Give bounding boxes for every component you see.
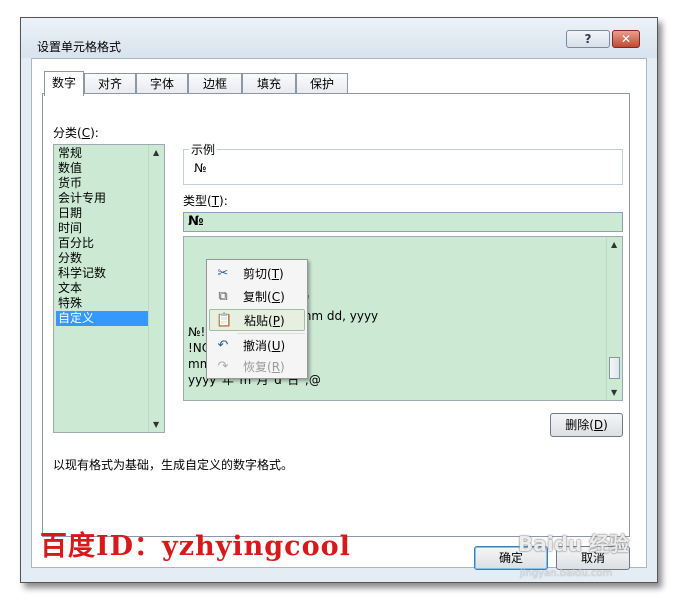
tab-fill[interactable]: 填充	[242, 73, 296, 95]
category-item[interactable]: 分数	[56, 251, 156, 266]
menu-item-redo: ↷ 恢复(R)	[209, 356, 305, 378]
delete-button[interactable]: 删除(D)	[550, 413, 623, 437]
watermark-baidu-jingyan: Baidu 经验	[518, 532, 630, 556]
menu-item-paste[interactable]: 📋 粘贴(P)	[209, 309, 305, 331]
category-item[interactable]: 特殊	[56, 296, 156, 311]
category-item[interactable]: 文本	[56, 281, 156, 296]
category-item[interactable]: 常规	[56, 146, 156, 161]
tab-font[interactable]: 字体	[136, 73, 188, 95]
tab-border[interactable]: 边框	[188, 73, 242, 95]
watermark-url: jingyan.baidu.com	[520, 568, 613, 579]
sample-label: 示例	[189, 141, 218, 158]
tab-alignment[interactable]: 对齐	[84, 73, 136, 95]
category-item[interactable]: 日期	[56, 206, 156, 221]
help-button[interactable]: ?	[566, 30, 610, 48]
category-item[interactable]: 货币	[56, 176, 156, 191]
category-item[interactable]: 数值	[56, 161, 156, 176]
watermark-baidu-id: 百度ID：yzhyingcool	[40, 531, 351, 562]
type-input[interactable]: №	[183, 212, 623, 232]
context-menu: ✂ 剪切(T) ⧉ 复制(C) 📋 粘贴(P) ↶ 撤消(U) ↷ 恢复(R)	[206, 259, 308, 379]
category-label: 分类(C):	[53, 126, 99, 140]
menu-item-cut[interactable]: ✂ 剪切(T)	[209, 263, 305, 285]
category-scrollbar[interactable]: ▲ ▼	[148, 145, 164, 432]
paste-icon: 📋	[216, 313, 233, 328]
format-cells-dialog: 设置单元格格式 ? ✕ 数字 对齐 字体 边框 填充 保护 分类(C): 常规 …	[20, 17, 658, 583]
close-button[interactable]: ✕	[612, 30, 640, 48]
scroll-up-arrow-icon[interactable]: ▲	[153, 148, 159, 157]
tab-protection[interactable]: 保护	[296, 73, 348, 95]
category-item[interactable]: 百分比	[56, 236, 156, 251]
type-label: 类型(T):	[183, 194, 228, 208]
scroll-down-arrow-icon[interactable]: ▼	[611, 388, 617, 397]
scroll-thumb[interactable]	[609, 357, 620, 379]
copy-icon: ⧉	[218, 289, 228, 304]
scroll-down-arrow-icon[interactable]: ▼	[153, 420, 159, 429]
category-item[interactable]: 时间	[56, 221, 156, 236]
scroll-up-arrow-icon[interactable]: ▲	[611, 240, 617, 249]
dialog-title: 设置单元格格式	[37, 40, 122, 54]
category-list[interactable]: 常规 数值 货币 会计专用 日期 时间 百分比 分数 科学记数 文本 特殊 自定…	[53, 144, 165, 433]
title-bar: 设置单元格格式 ? ✕	[21, 18, 657, 58]
category-item[interactable]: 会计专用	[56, 191, 156, 206]
menu-item-copy[interactable]: ⧉ 复制(C)	[209, 286, 305, 308]
description-text: 以现有格式为基础，生成自定义的数字格式。	[53, 458, 294, 472]
number-tab-pane: 分类(C): 常规 数值 货币 会计专用 日期 时间 百分比 分数 科学记数 文…	[42, 93, 630, 537]
category-item[interactable]: 科学记数	[56, 266, 156, 281]
redo-icon: ↷	[217, 359, 229, 374]
category-item-selected[interactable]: 自定义	[56, 311, 156, 326]
type-list-scrollbar[interactable]: ▲ ▼	[606, 237, 622, 400]
tab-number[interactable]: 数字	[44, 71, 84, 96]
menu-separator	[237, 333, 305, 334]
sample-box: №	[183, 149, 623, 185]
undo-icon: ↶	[217, 338, 229, 353]
sample-value: №	[194, 161, 207, 175]
menu-item-undo[interactable]: ↶ 撤消(U)	[209, 335, 305, 357]
cut-icon: ✂	[217, 266, 229, 281]
dialog-client-area: 数字 对齐 字体 边框 填充 保护 分类(C): 常规 数值 货币 会计专用 日…	[31, 58, 647, 570]
